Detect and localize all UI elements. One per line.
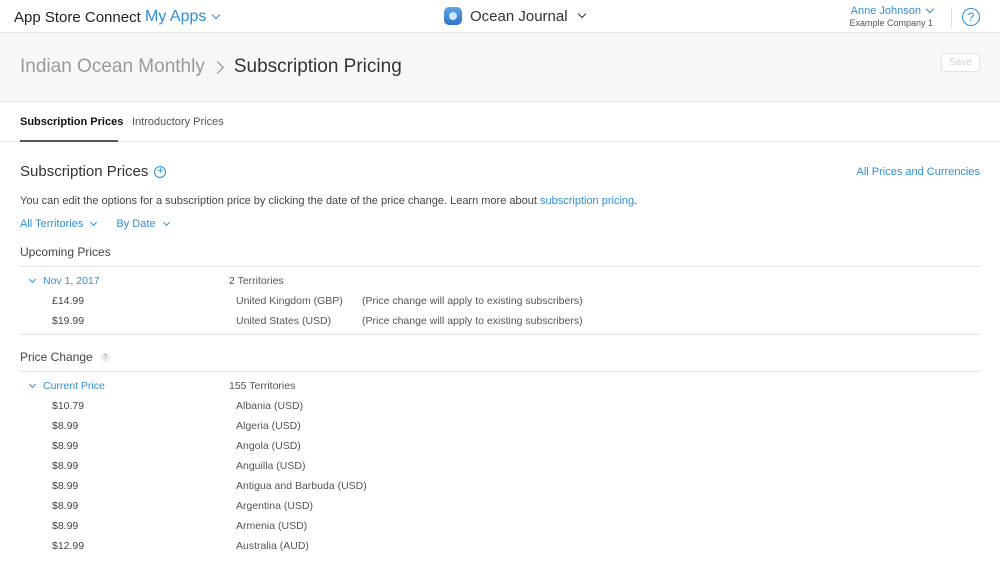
sort-filter[interactable]: By Date xyxy=(116,218,170,230)
price-change-title-text: Price Change xyxy=(20,350,93,364)
upcoming-prices-title: Upcoming Prices xyxy=(20,245,111,259)
my-apps-menu[interactable]: My Apps xyxy=(145,8,221,26)
tab-subscription-prices[interactable]: Subscription Prices xyxy=(20,116,123,128)
page-header: Indian Ocean Monthly Subscription Pricin… xyxy=(0,33,1000,102)
filters: All Territories By Date xyxy=(20,218,170,230)
territory-name: Albania (USD) xyxy=(236,400,304,412)
price-value: $12.99 xyxy=(52,540,85,552)
price-value: $19.99 xyxy=(52,315,85,327)
territory-filter[interactable]: All Territories xyxy=(20,218,98,230)
territory-name: Argentina (USD) xyxy=(236,500,314,512)
divider xyxy=(20,266,980,267)
territory-name: United Kingdom (GBP) xyxy=(236,295,343,307)
price-value: $8.99 xyxy=(52,440,79,452)
breadcrumb-parent[interactable]: Indian Ocean Monthly xyxy=(20,56,205,78)
user-company: Example Company 1 xyxy=(849,18,933,28)
upcoming-date: Nov 1, 2017 xyxy=(43,275,100,287)
chevron-down-icon xyxy=(90,218,98,226)
breadcrumb: Indian Ocean Monthly Subscription Pricin… xyxy=(20,56,402,78)
price-value: $8.99 xyxy=(52,420,79,432)
page-title: Subscription Pricing xyxy=(233,56,402,77)
add-price-icon[interactable]: + xyxy=(154,165,167,178)
user-name: Anne Johnson xyxy=(850,5,921,17)
subscription-pricing-link[interactable]: subscription pricing xyxy=(540,195,634,207)
tab-bar: Subscription Prices Introductory Prices xyxy=(0,102,1000,142)
price-value: £14.99 xyxy=(52,295,85,307)
current-price-label: Current Price xyxy=(43,380,105,392)
price-change-title: Price Change ? xyxy=(20,350,110,364)
help-icon[interactable]: ? xyxy=(100,352,110,362)
top-nav: App Store Connect My Apps Ocean Journal … xyxy=(0,0,1000,33)
territory-name: Anguilla (USD) xyxy=(236,460,306,472)
upcoming-territory-count: 2 Territories xyxy=(229,275,284,287)
chevron-right-icon xyxy=(210,60,224,74)
territory-filter-label: All Territories xyxy=(20,218,84,230)
upcoming-prices-title-text: Upcoming Prices xyxy=(20,245,111,259)
app-icon xyxy=(444,7,462,25)
app-name: Ocean Journal xyxy=(470,7,568,25)
chevron-down-icon xyxy=(577,9,586,19)
my-apps-label: My Apps xyxy=(145,8,207,25)
tab-introductory-prices[interactable]: Introductory Prices xyxy=(132,116,224,128)
chevron-down-icon xyxy=(28,380,37,389)
territory-name: Angola (USD) xyxy=(236,440,301,452)
save-button[interactable]: Save xyxy=(941,53,980,72)
price-note: (Price change will apply to existing sub… xyxy=(362,315,583,327)
description-text: You can edit the options for a subscript… xyxy=(20,195,537,207)
divider xyxy=(20,371,980,372)
price-note: (Price change will apply to existing sub… xyxy=(362,295,583,307)
price-value: $8.99 xyxy=(52,460,79,472)
price-value: $8.99 xyxy=(52,500,79,512)
price-value: $8.99 xyxy=(52,480,79,492)
sort-filter-label: By Date xyxy=(116,218,156,230)
section-title: Subscription Prices + xyxy=(20,163,167,180)
current-territory-count: 155 Territories xyxy=(229,380,296,392)
chevron-down-icon xyxy=(28,275,37,284)
territory-name: Armenia (USD) xyxy=(236,520,308,532)
brand-title: App Store Connect xyxy=(14,9,141,26)
divider xyxy=(20,334,980,335)
all-prices-link[interactable]: All Prices and Currencies xyxy=(857,166,981,178)
chevron-down-icon xyxy=(925,4,935,14)
current-price-toggle[interactable]: Current Price xyxy=(28,380,105,392)
territory-name: United States (USD) xyxy=(236,315,332,327)
description: You can edit the options for a subscript… xyxy=(20,195,637,207)
active-tab-indicator xyxy=(20,140,118,142)
description-end: . xyxy=(634,195,638,207)
nav-divider xyxy=(951,7,952,27)
territory-name: Australia (AUD) xyxy=(236,540,309,552)
user-menu[interactable]: Anne Johnson Example Company 1 xyxy=(849,4,935,28)
price-value: $10.79 xyxy=(52,400,85,412)
app-switcher[interactable]: Ocean Journal xyxy=(444,7,586,25)
section-title-text: Subscription Prices xyxy=(20,163,149,180)
territory-name: Algeria (USD) xyxy=(236,420,301,432)
help-icon[interactable]: ? xyxy=(962,8,980,26)
price-value: $8.99 xyxy=(52,520,79,532)
territory-name: Antigua and Barbuda (USD) xyxy=(236,480,367,492)
upcoming-date-toggle[interactable]: Nov 1, 2017 xyxy=(28,275,100,287)
chevron-down-icon xyxy=(162,218,170,226)
chevron-down-icon xyxy=(212,10,221,20)
